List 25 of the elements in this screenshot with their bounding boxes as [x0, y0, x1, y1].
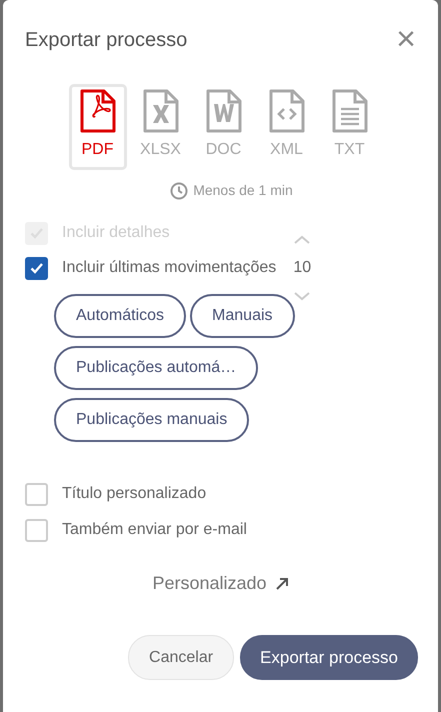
checkbox-label: Também enviar por e-mail [62, 520, 247, 540]
filter-chip[interactable]: Publicações manuais [54, 398, 250, 442]
external-arrow-icon [274, 576, 289, 590]
filter-chip[interactable]: Publicações automá… [54, 346, 258, 390]
dialog-title: Exportar processo [25, 28, 188, 52]
estimate-text: Menos de 1 min [193, 181, 293, 200]
filter-chip[interactable]: Manuais [190, 294, 295, 338]
count-value: 10 [293, 258, 312, 278]
checkbox[interactable] [25, 256, 48, 280]
checkbox-label: Título personalizado [62, 484, 206, 504]
document-icon [268, 89, 304, 133]
clock-icon [170, 182, 188, 200]
document-icon [142, 89, 178, 133]
cancel-button[interactable]: Cancelar [128, 635, 234, 680]
document-icon [80, 89, 116, 133]
chevron-up-icon[interactable] [293, 234, 312, 246]
document-icon [332, 89, 368, 133]
format-option[interactable]: PDF [68, 84, 126, 170]
checkbox-label: Incluir últimas movimentações [62, 258, 276, 278]
filter-chip[interactable]: Automáticos [54, 294, 186, 338]
export-button[interactable]: Exportar processo [240, 635, 418, 680]
chevron-down-icon[interactable] [293, 290, 312, 302]
custom-link[interactable]: Personalizado [152, 570, 289, 597]
document-icon [206, 89, 242, 133]
close-button[interactable]: × [396, 22, 416, 56]
